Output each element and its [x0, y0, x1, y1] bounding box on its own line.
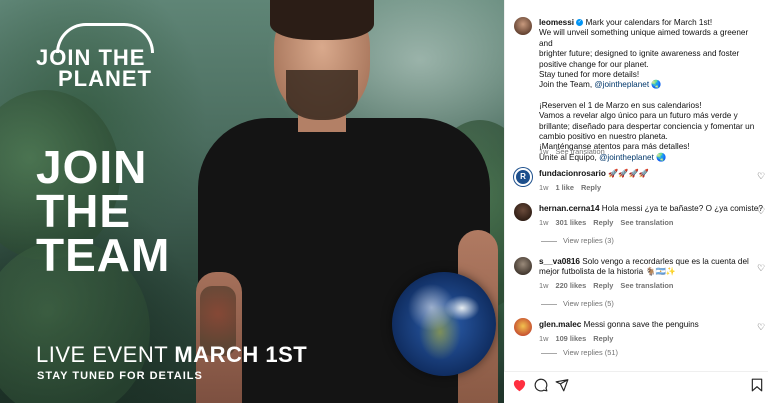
mention-link[interactable]: @jointheplanet: [594, 80, 649, 89]
comment-like-heart-icon[interactable]: ♡: [757, 172, 765, 181]
comment-time: 1w: [539, 281, 549, 290]
comment-meta: 1w 109 likes Reply: [539, 334, 620, 343]
comment-username[interactable]: fundacionrosario: [539, 169, 606, 178]
comment-meta: 1w 301 likes Reply See translation: [539, 218, 680, 227]
comment-time: 1w: [539, 218, 549, 227]
post-caption: leomessi ✓ Mark your calendars for March…: [539, 18, 763, 163]
reply-button[interactable]: Reply: [581, 183, 601, 192]
reply-button[interactable]: Reply: [593, 281, 613, 290]
comment-like-heart-icon[interactable]: ♡: [757, 264, 765, 273]
caption-time: 1w: [539, 147, 549, 156]
see-translation-link[interactable]: See translation: [620, 218, 673, 227]
post-action-bar: [504, 371, 768, 403]
headline: JOIN THE TEAM: [36, 141, 171, 281]
comment-likes[interactable]: 1 like: [555, 183, 574, 192]
share-icon[interactable]: [555, 378, 571, 394]
avatar-monogram-icon: R: [520, 172, 526, 181]
comment-body: Messi gonna save the penguins: [581, 320, 699, 329]
event-line: LIVE EVENT MARCH 1ST: [36, 342, 307, 368]
comment-text: hernan.cerna14 Hola messi ¿ya te bañaste…: [539, 204, 768, 214]
comment-username[interactable]: hernan.cerna14: [539, 204, 600, 213]
view-replies-button[interactable]: View replies (5): [541, 299, 614, 308]
headline-word: TEAM: [36, 229, 171, 281]
bookmark-icon[interactable]: [751, 378, 767, 394]
comment-meta: 1w 220 likes Reply See translation: [539, 281, 680, 290]
avatar[interactable]: [514, 257, 532, 275]
logo-text-bottom: PLANET: [58, 66, 152, 91]
globe-emoji: 🌏: [656, 152, 667, 162]
heart-icon[interactable]: [512, 378, 528, 394]
globe-emoji: 🌏: [651, 80, 662, 90]
comment-time: 1w: [539, 183, 549, 192]
comment-text: s__va0816 Solo vengo a recordarles que e…: [539, 257, 768, 278]
avatar[interactable]: R: [514, 168, 532, 186]
divider: [541, 352, 557, 354]
post-image[interactable]: JOIN THE PLANET JOIN THE TEAM LIVE EVENT…: [0, 0, 504, 403]
comment-username[interactable]: glen.malec: [539, 320, 581, 329]
avatar[interactable]: [514, 17, 532, 35]
comment-text: fundacionrosario 🚀🚀🚀🚀: [539, 169, 768, 179]
comment-likes[interactable]: 301 likes: [555, 218, 586, 227]
divider: [541, 303, 557, 305]
person-hair: [270, 0, 374, 40]
headline-word: THE: [36, 185, 131, 237]
divider: [541, 240, 557, 242]
view-replies-label: View replies (51): [563, 348, 618, 357]
caption-line: Join the Team,: [539, 80, 595, 90]
caption-line: ¡Reserven el 1 de Marzo en sus calendari…: [539, 100, 702, 110]
view-replies-button[interactable]: View replies (3): [541, 236, 614, 245]
comment-body: 🚀🚀🚀🚀: [605, 169, 649, 178]
view-replies-label: View replies (5): [563, 299, 614, 308]
comment-body: Solo vengo a recordarles que es la cuent…: [579, 257, 749, 266]
comment-body: mejor futbolista de la historia 🐐🇦🇷✨: [539, 267, 677, 277]
event-date: MARCH 1ST: [174, 342, 308, 367]
comment-likes[interactable]: 109 likes: [555, 334, 586, 343]
comment-time: 1w: [539, 334, 549, 343]
avatar[interactable]: [514, 203, 532, 221]
caption-meta: 1w See translation: [539, 147, 612, 156]
view-replies-button[interactable]: View replies (51): [541, 348, 618, 357]
caption-line: brillante; diseñado para despertar conci…: [539, 121, 755, 131]
comment-like-heart-icon[interactable]: ♡: [757, 207, 765, 216]
post-comments-panel[interactable]: leomessi ✓ Mark your calendars for March…: [504, 0, 768, 403]
caption-line: Vamos a revelar algo único para un futur…: [539, 111, 738, 121]
comment-like-heart-icon[interactable]: ♡: [757, 323, 765, 332]
see-translation-link[interactable]: See translation: [555, 147, 604, 156]
comment-username[interactable]: s__va0816: [539, 257, 580, 266]
caption-line: brighter future; designed to ignite awar…: [539, 49, 740, 59]
avatar[interactable]: [514, 318, 532, 336]
caption-line: cambio positivo en nuestro planeta.: [539, 132, 668, 142]
comment-icon[interactable]: [534, 378, 550, 394]
person-beard: [286, 70, 358, 120]
reply-button[interactable]: Reply: [593, 218, 613, 227]
comment-body: Hola messi ¿ya te bañaste? O ¿ya comiste…: [599, 204, 763, 213]
comment-meta: 1w 1 like Reply: [539, 183, 608, 192]
headline-word: JOIN: [36, 141, 148, 193]
event-prefix: LIVE EVENT: [36, 342, 175, 367]
caption-line: Stay tuned for more details!: [539, 70, 640, 80]
event-subline: STAY TUNED FOR DETAILS: [37, 370, 203, 382]
reply-button[interactable]: Reply: [593, 334, 613, 343]
caption-line: Mark your calendars for March 1st!: [583, 18, 713, 27]
earth-globe: [392, 272, 496, 376]
see-translation-link[interactable]: See translation: [620, 281, 673, 290]
comment-text: glen.malec Messi gonna save the penguins: [539, 320, 768, 330]
caption-line: positive change for our planet.: [539, 59, 649, 69]
caption-username[interactable]: leomessi: [539, 18, 574, 27]
caption-line: We will unveil something unique aimed to…: [539, 28, 749, 48]
comment-likes[interactable]: 220 likes: [555, 281, 586, 290]
view-replies-label: View replies (3): [563, 236, 614, 245]
